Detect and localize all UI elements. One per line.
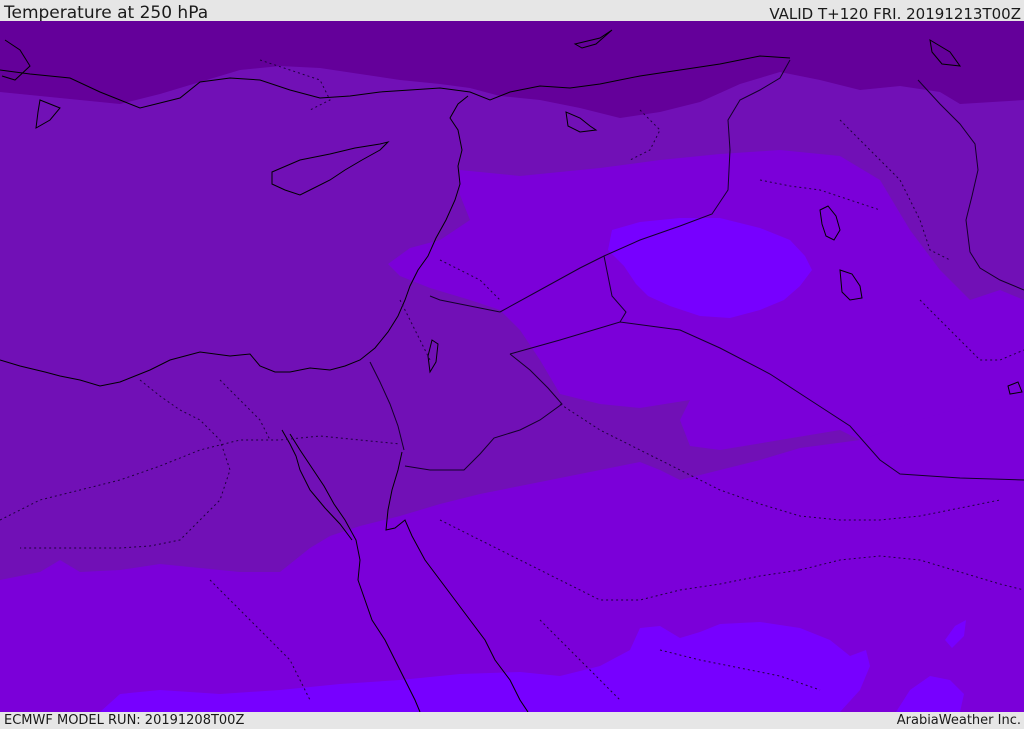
footer-bar: ECMWF MODEL RUN: 20191208T00Z ArabiaWeat… (0, 712, 1024, 729)
map-title: Temperature at 250 hPa (4, 3, 209, 23)
header-bar: Temperature at 250 hPa VALID T+120 FRI. … (0, 0, 1024, 23)
credit-label: ArabiaWeather Inc. (896, 713, 1021, 728)
model-run-label: ECMWF MODEL RUN: 20191208T00Z (4, 713, 245, 728)
weather-map[interactable] (0, 21, 1024, 712)
map-canvas (0, 21, 1024, 712)
